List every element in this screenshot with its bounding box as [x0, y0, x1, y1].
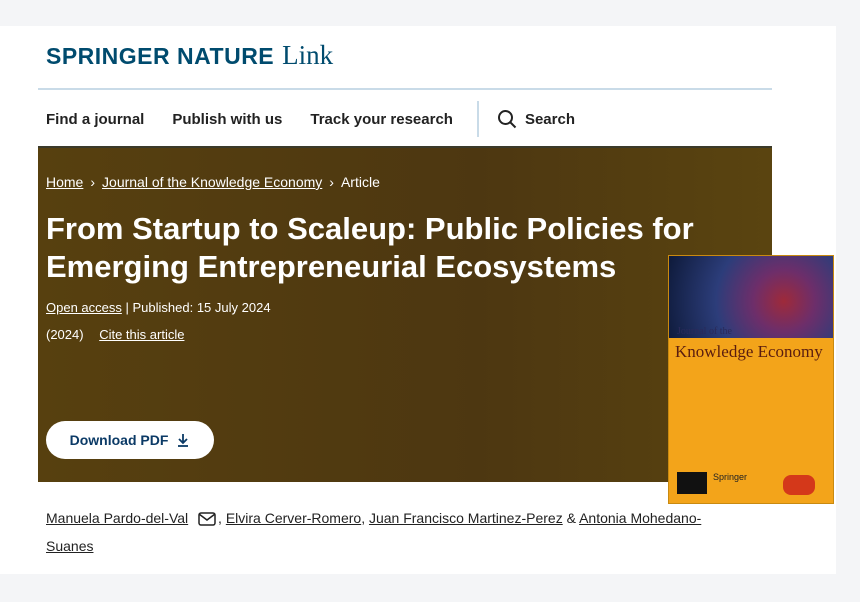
- article-year-line: (2024) Cite this article: [46, 327, 184, 342]
- logo-brand: Springer Nature: [46, 43, 275, 69]
- mail-icon[interactable]: [198, 512, 216, 527]
- article-hero: Home › Journal of the Knowledge Economy …: [38, 146, 772, 482]
- author-list: Manuela Pardo-del-Val , Elvira Cerver-Ro…: [46, 504, 706, 560]
- chevron-right-icon: ›: [90, 174, 96, 190]
- cover-publisher: Springer: [713, 472, 748, 482]
- article-meta: Open access | Published: 15 July 2024: [46, 300, 271, 315]
- author-link[interactable]: Juan Francisco Martinez-Perez: [369, 510, 563, 526]
- author-separator: ,: [218, 510, 222, 526]
- meta-divider: |: [125, 300, 133, 315]
- cover-red-logo: [783, 475, 815, 495]
- breadcrumb-home[interactable]: Home: [46, 174, 83, 190]
- chevron-right-icon: ›: [329, 174, 334, 190]
- nav-publish[interactable]: Publish with us: [172, 111, 282, 128]
- cite-article-link[interactable]: Cite this article: [99, 327, 184, 342]
- search-icon: [497, 110, 517, 129]
- search-button[interactable]: Search: [497, 109, 603, 129]
- nav-find-journal[interactable]: Find a journal: [46, 111, 144, 128]
- nav-track-research[interactable]: Track your research: [310, 111, 453, 128]
- breadcrumb: Home › Journal of the Knowledge Economy …: [46, 174, 380, 190]
- springer-nature-link-logo[interactable]: Springer Nature Link: [46, 40, 333, 74]
- author-ampersand: &: [566, 510, 576, 526]
- open-access-link[interactable]: Open access: [46, 300, 122, 315]
- cover-journal-small: Journal of the: [677, 326, 732, 337]
- cover-publisher-badge: [677, 472, 707, 494]
- main-nav: Find a journal Publish with us Track you…: [46, 98, 631, 140]
- nav-separator: [476, 101, 479, 137]
- author-link[interactable]: Elvira Cerver-Romero: [226, 510, 361, 526]
- download-pdf-button[interactable]: Download PDF: [46, 421, 214, 459]
- search-label: Search: [524, 110, 575, 128]
- breadcrumb-current: Article: [340, 174, 380, 190]
- page: Springer Nature Link Find a journal Publ…: [0, 26, 836, 574]
- download-icon: [178, 434, 189, 447]
- journal-cover-image[interactable]: Journal of the Knowledge Economy Springe…: [668, 255, 834, 504]
- cover-journal-title: Knowledge Economy: [675, 342, 823, 361]
- download-pdf-label: Download PDF: [69, 432, 169, 448]
- logo-suffix: Link: [282, 40, 334, 70]
- author-separator: ,: [361, 510, 366, 526]
- header-divider: [38, 88, 772, 90]
- breadcrumb-journal[interactable]: Journal of the Knowledge Economy: [102, 174, 322, 190]
- article-title: From Startup to Scaleup: Public Policies…: [46, 211, 694, 284]
- author-link[interactable]: Manuela Pardo-del-Val: [46, 510, 188, 526]
- published-date: Published: 15 July 2024: [132, 300, 271, 315]
- article-year: (2024): [46, 327, 84, 342]
